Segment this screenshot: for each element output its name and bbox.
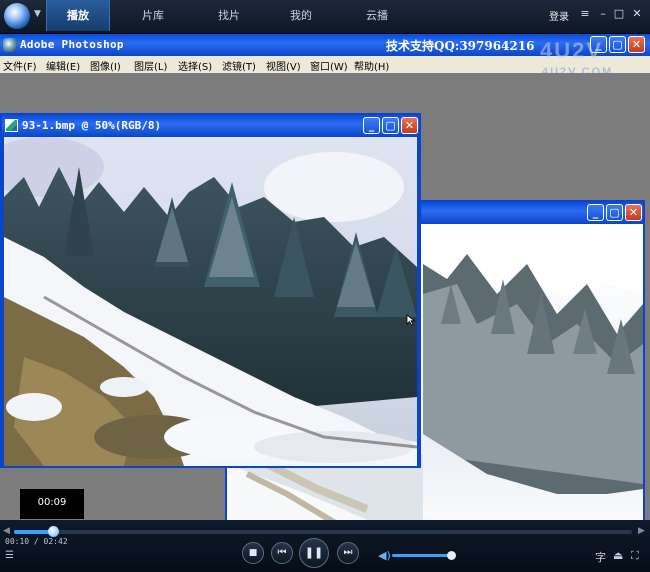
document-title: 93-1.bmp @ 50%(RGB/8) (22, 119, 162, 132)
doc2-maximize-icon: ▢ (606, 204, 623, 221)
fullscreen-icon[interactable]: ⛶ (631, 549, 639, 563)
menu-select: 选择(S) (178, 62, 213, 73)
menu-edit: 编辑(E) (46, 62, 81, 73)
previous-button[interactable]: ⏮ (271, 542, 293, 564)
volume-slider-fill (392, 554, 451, 557)
document-window-active: 93-1.bmp @ 50%(RGB/8) _ ▢ ✕ (0, 113, 421, 468)
pause-button[interactable]: ❚❚ (299, 538, 329, 568)
total-time: 02:42 (43, 537, 68, 546)
doc2-close-icon: ✕ (625, 204, 642, 221)
doc-close-icon: ✕ (401, 117, 418, 134)
current-time: 00:10 (5, 537, 30, 546)
volume-slider[interactable] (392, 551, 456, 560)
doc2-minimize-icon: _ (587, 204, 604, 221)
minimize-icon[interactable]: – (596, 7, 610, 21)
menu-filter: 滤镜(T) (222, 62, 256, 73)
seek-back-arrow-icon[interactable]: ◀ (3, 526, 10, 536)
playlist-icon[interactable]: ☰ (5, 550, 14, 561)
time-display: 00:10 / 02:42 (5, 537, 68, 546)
maximize-icon[interactable]: □ (612, 7, 626, 21)
next-button[interactable]: ⏭ (337, 542, 359, 564)
eject-icon[interactable]: ⏏ (613, 549, 623, 562)
snow-forest-image (4, 137, 417, 466)
menu-file: 文件(F) (3, 62, 37, 73)
menu-view: 视图(V) (266, 62, 301, 73)
seek-time-tooltip: 00:09 (20, 489, 84, 519)
close-icon[interactable]: ✕ (630, 7, 644, 21)
photoshop-app-icon (3, 38, 17, 52)
doc-minimize-icon: _ (363, 117, 380, 134)
document-icon (5, 119, 18, 132)
seek-bar[interactable] (14, 526, 632, 537)
subtitle-icon[interactable]: 字 (595, 549, 606, 565)
time-separator: / (29, 537, 44, 546)
tab-find[interactable]: 找片 (196, 0, 262, 31)
tab-mine[interactable]: 我的 (268, 0, 334, 31)
player-logo-icon[interactable] (4, 3, 30, 29)
watermark-logo-text: 4U2V (540, 38, 604, 63)
mouse-cursor-icon (406, 314, 416, 326)
seek-forward-arrow-icon[interactable]: ▶ (638, 526, 645, 536)
seek-bar-handle[interactable] (47, 526, 59, 537)
video-frame[interactable]: Adobe Photoshop 技术支持QQ:397964216 _ ▢ ✕ 文… (0, 34, 650, 520)
photoshop-title: Adobe Photoshop (20, 38, 124, 51)
doc-maximize-icon: ▢ (382, 117, 399, 134)
volume-icon[interactable]: ◀) (378, 549, 391, 562)
support-qq-text: 技术支持QQ:397964216 (386, 39, 535, 53)
tab-play[interactable]: 播放 (46, 0, 110, 31)
photoshop-workspace: _ ▢ ✕ 93-1.bmp @ 50%(RGB/8) _ ▢ ✕ (0, 73, 650, 520)
menu-help: 帮助(H) (354, 62, 390, 73)
volume-slider-handle[interactable] (446, 551, 456, 560)
menu-icon[interactable]: ≡ (578, 7, 592, 21)
menu-layer: 图层(L) (134, 62, 168, 73)
stop-button[interactable]: ■ (242, 542, 264, 564)
logo-menu-chevron-icon[interactable]: ▼ (34, 9, 41, 19)
login-link[interactable]: 登录 (549, 8, 569, 23)
tab-cloud[interactable]: 云播 (344, 0, 410, 31)
document-title-bar: 93-1.bmp @ 50%(RGB/8) _ ▢ ✕ (2, 115, 419, 137)
tab-library[interactable]: 片库 (120, 0, 186, 31)
menu-image: 图像(I) (90, 62, 121, 73)
menu-window: 窗口(W) (310, 62, 348, 73)
player-control-bar: ◀ ▶ 00:10 / 02:42 ☰ ■ ⏮ ❚❚ ⏭ ◀) 字 ⏏ ⛶ (0, 520, 650, 572)
player-top-bar: ▼ 播放 片库 找片 我的 云播 登录 ≡ – □ ✕ (0, 0, 650, 34)
